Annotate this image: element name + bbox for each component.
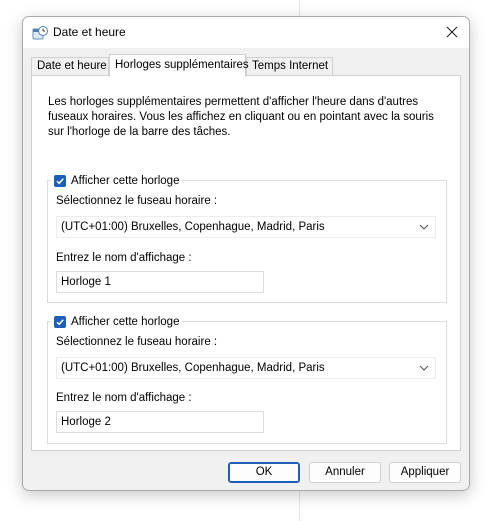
- clock-1-name-label: Entrez le nom d'affichage :: [56, 252, 192, 264]
- clock-group-2: Afficher cette horloge Sélectionnez le f…: [47, 314, 447, 444]
- clock-1-show-checkbox[interactable]: [54, 174, 66, 187]
- tab-temps-internet[interactable]: Temps Internet: [246, 57, 333, 75]
- tab-horloges-supplementaires[interactable]: Horloges supplémentaires: [109, 54, 249, 77]
- cancel-button[interactable]: Annuler: [309, 462, 381, 483]
- clock-2-show-checkbox[interactable]: [54, 315, 66, 328]
- title-bar: Date et heure: [23, 17, 469, 48]
- clock-1-legend: Afficher cette horloge: [51, 173, 183, 188]
- tab-date-heure[interactable]: Date et heure: [31, 57, 109, 75]
- ok-button[interactable]: OK: [228, 462, 300, 483]
- clock-1-timezone-label: Sélectionnez le fuseau horaire :: [56, 195, 218, 207]
- date-time-dialog: Date et heure Date et heure Horloges sup…: [22, 16, 470, 491]
- window-title: Date et heure: [53, 25, 126, 39]
- chevron-down-icon: [419, 365, 429, 371]
- clock-group-1: Afficher cette horloge Sélectionnez le f…: [47, 173, 447, 303]
- check-icon: [56, 318, 64, 325]
- clock-2-timezone-select[interactable]: (UTC+01:00) Bruxelles, Copenhague, Madri…: [56, 357, 436, 379]
- clock-1-show-label: Afficher cette horloge: [71, 174, 180, 187]
- chevron-down-icon: [419, 224, 429, 230]
- tab-strip: Date et heure Horloges supplémentaires T…: [31, 54, 461, 77]
- clock-1-name-input[interactable]: Horloge 1: [56, 271, 264, 293]
- clock-2-show-label: Afficher cette horloge: [71, 315, 180, 328]
- apply-button[interactable]: Appliquer: [389, 462, 461, 483]
- clock-2-name-input[interactable]: Horloge 2: [56, 411, 264, 433]
- description-text: Les horloges supplémentaires permettent …: [48, 96, 434, 138]
- check-icon: [56, 177, 64, 184]
- clock-2-name-label: Entrez le nom d'affichage :: [56, 392, 192, 404]
- tab-panel: Les horloges supplémentaires permettent …: [31, 75, 461, 451]
- clock-2-legend: Afficher cette horloge: [51, 314, 183, 329]
- close-icon: [446, 26, 458, 38]
- clock-1-timezone-select[interactable]: (UTC+01:00) Bruxelles, Copenhague, Madri…: [56, 216, 436, 238]
- clock-2-timezone-label: Sélectionnez le fuseau horaire :: [56, 336, 218, 348]
- close-button[interactable]: [441, 21, 463, 43]
- clock-1-timezone-value: (UTC+01:00) Bruxelles, Copenhague, Madri…: [61, 221, 325, 233]
- date-time-icon: [32, 26, 48, 40]
- clock-2-timezone-value: (UTC+01:00) Bruxelles, Copenhague, Madri…: [61, 362, 325, 374]
